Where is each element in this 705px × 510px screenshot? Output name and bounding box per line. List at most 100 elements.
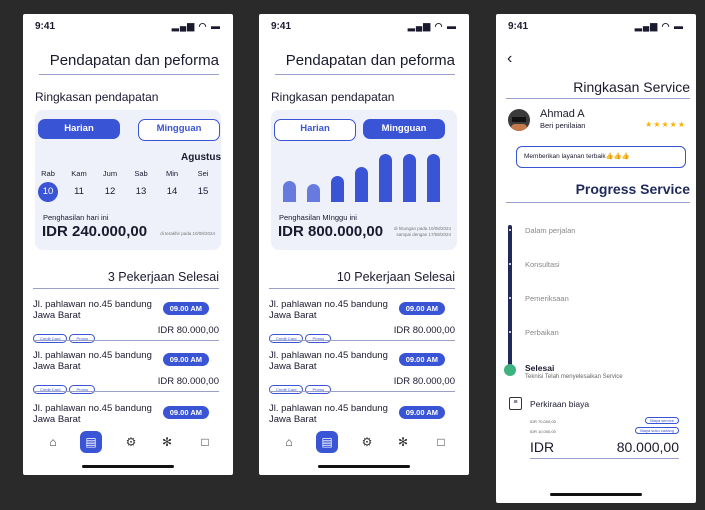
day-number[interactable]: 14 — [162, 182, 182, 202]
job-price: IDR 80.000,00 — [393, 325, 455, 336]
step-dot — [509, 263, 511, 265]
job-item[interactable]: Jl. pahlawan no.45 bandung Jawa Barat 09… — [33, 350, 219, 400]
line2-label: Biaya suku cadang — [635, 427, 679, 434]
home-indicator — [550, 493, 642, 496]
step-dot — [509, 331, 511, 333]
earnings-card: Harian Mingguan Agustus Rab 10 Kam 11 Jum 12 S… — [35, 110, 221, 250]
job-time-badge: 09.00 AM — [398, 302, 445, 315]
job-item[interactable]: Jl. pahlawan no.45 bandung Jawa Barat 09… — [33, 403, 219, 427]
title-divider — [506, 98, 690, 99]
job-tags: Credit Card Promo — [269, 327, 333, 345]
back-icon[interactable]: ‹ — [507, 50, 512, 68]
chat-icon[interactable]: □ — [430, 431, 452, 453]
job-time-badge: 09.00 AM — [162, 302, 209, 315]
home-icon[interactable]: ⌂ — [42, 431, 64, 453]
review-text: Memberikan layanan terbaik👍👍👍 — [516, 146, 686, 168]
day-number[interactable]: 13 — [131, 182, 151, 202]
job-address: Jl. pahlawan no.45 bandung Jawa Barat — [33, 403, 152, 425]
home-indicator — [318, 465, 410, 468]
jobs-divider — [33, 288, 219, 289]
progress-title: Progress Service — [575, 181, 690, 197]
job-address: Jl. pahlawan no.45 bandung Jawa Barat — [269, 403, 388, 425]
job-tags: Credit Card Promo — [33, 327, 97, 345]
earnings-weekly-screen: 9:41 ▂▄▆ ◠ ▬ Pendapatan dan peforma Ring… — [259, 14, 469, 475]
job-time-badge: 09.00 AM — [398, 406, 445, 419]
progress-divider — [506, 202, 690, 203]
day-name: Sab — [134, 169, 148, 178]
job-time-badge: 09.00 AM — [162, 353, 209, 366]
page-title: Ringkasan Service — [573, 79, 690, 95]
done-subtitle: Teknisi Telah menyelesaikan Service — [525, 374, 623, 380]
job-divider — [269, 391, 455, 392]
total-amount: 80.000,00 — [616, 439, 679, 455]
step-label: Perbaikan — [525, 328, 559, 337]
tools-icon[interactable]: ⚙ — [356, 431, 378, 453]
tab-weekly[interactable]: Mingguan — [138, 119, 220, 141]
job-time-badge: 09.00 AM — [162, 406, 209, 419]
tag-credit-card: Credit Card — [33, 385, 68, 394]
step-label: Konsultasi — [525, 260, 560, 269]
status-bar: 9:41 ▂▄▆ ◠ ▬ — [271, 21, 457, 35]
chart-icon[interactable]: ▤ — [316, 431, 338, 453]
day-number[interactable]: 12 — [100, 182, 120, 202]
tools-icon[interactable]: ⚙ — [120, 431, 142, 453]
month-label: Agustus — [181, 152, 221, 163]
tab-daily[interactable]: Harian — [38, 119, 120, 139]
step-dot — [509, 297, 511, 299]
home-indicator — [82, 465, 174, 468]
chat-icon[interactable]: □ — [194, 431, 216, 453]
done-title: Selesai — [525, 363, 555, 373]
tab-weekly[interactable]: Mingguan — [363, 119, 445, 139]
chart-bar — [427, 154, 440, 202]
day-name: Kam — [71, 169, 87, 178]
job-item[interactable]: Jl. pahlawan no.45 bandung Jawa Barat 09… — [269, 350, 455, 400]
day-number[interactable]: 15 — [193, 182, 213, 202]
income-amount: IDR 240.000,00 — [42, 223, 148, 240]
line2-amount: IDR 10.000,00 — [530, 429, 556, 434]
job-item[interactable]: Jl. pahlawan no.45 bandung Jawa Barat 09… — [269, 403, 455, 427]
bottom-nav: ⌂ ▤ ⚙ ✻ □ — [23, 431, 233, 455]
bottom-nav: ⌂ ▤ ⚙ ✻ □ — [259, 431, 469, 455]
tab-daily[interactable]: Harian — [274, 119, 356, 141]
chart-bar — [355, 167, 368, 202]
tag-promo: Promo — [69, 385, 96, 394]
settings-icon[interactable]: ✻ — [392, 431, 414, 453]
jobs-heading: 10 Pekerjaan Selesai — [336, 270, 455, 284]
service-summary-screen: 9:41 ▂▄▆ ◠ ▬ ‹ Ringkasan Service Ahmad A… — [496, 14, 696, 503]
step-label: Pemeriksaan — [525, 294, 569, 303]
tag-credit-card: Credit Card — [33, 334, 68, 343]
title-divider — [275, 74, 455, 75]
status-time: 9:41 — [271, 21, 292, 32]
total-currency: IDR — [530, 439, 555, 455]
tag-promo: Promo — [305, 334, 332, 343]
settings-icon[interactable]: ✻ — [156, 431, 178, 453]
day-name: Min — [165, 169, 179, 178]
income-amount: IDR 800.000,00 — [278, 223, 384, 240]
status-time: 9:41 — [508, 21, 529, 32]
job-address: Jl. pahlawan no.45 bandung Jawa Barat — [269, 299, 388, 321]
star-rating[interactable]: ★★★★★ — [645, 120, 686, 129]
day-name: Rab — [41, 169, 55, 178]
status-time: 9:41 — [35, 21, 56, 32]
chart-icon[interactable]: ▤ — [80, 431, 102, 453]
receipt-icon: ≡ — [509, 397, 522, 410]
job-price: IDR 80.000,00 — [393, 376, 455, 387]
day-number[interactable]: 10 — [38, 182, 58, 202]
home-icon[interactable]: ⌂ — [278, 431, 300, 453]
chart-bar — [307, 184, 320, 202]
status-bar: 9:41 ▂▄▆ ◠ ▬ — [508, 21, 684, 35]
job-item[interactable]: Jl. pahlawan no.45 bandung Jawa Barat 09… — [269, 299, 455, 349]
earnings-card: Harian Mingguan Penghasilan MInggu ini I… — [271, 110, 457, 250]
job-address: Jl. pahlawan no.45 bandung Jawa Barat — [33, 350, 152, 372]
user-rating-label: Beri penilaian — [540, 121, 586, 130]
income-label: Penghasilan hari ini — [43, 213, 109, 222]
day-number[interactable]: 11 — [69, 182, 89, 202]
job-item[interactable]: Jl. pahlawan no.45 bandung Jawa Barat 09… — [33, 299, 219, 349]
step-label: Dalam perjalan — [525, 226, 576, 235]
jobs-divider — [269, 288, 455, 289]
income-note-end: sampai dengan 17/08/2024 — [396, 232, 451, 237]
day-name: Sei — [197, 169, 209, 178]
chart-bar — [379, 154, 392, 202]
chart-bar — [283, 181, 296, 202]
job-price: IDR 80.000,00 — [157, 376, 219, 387]
